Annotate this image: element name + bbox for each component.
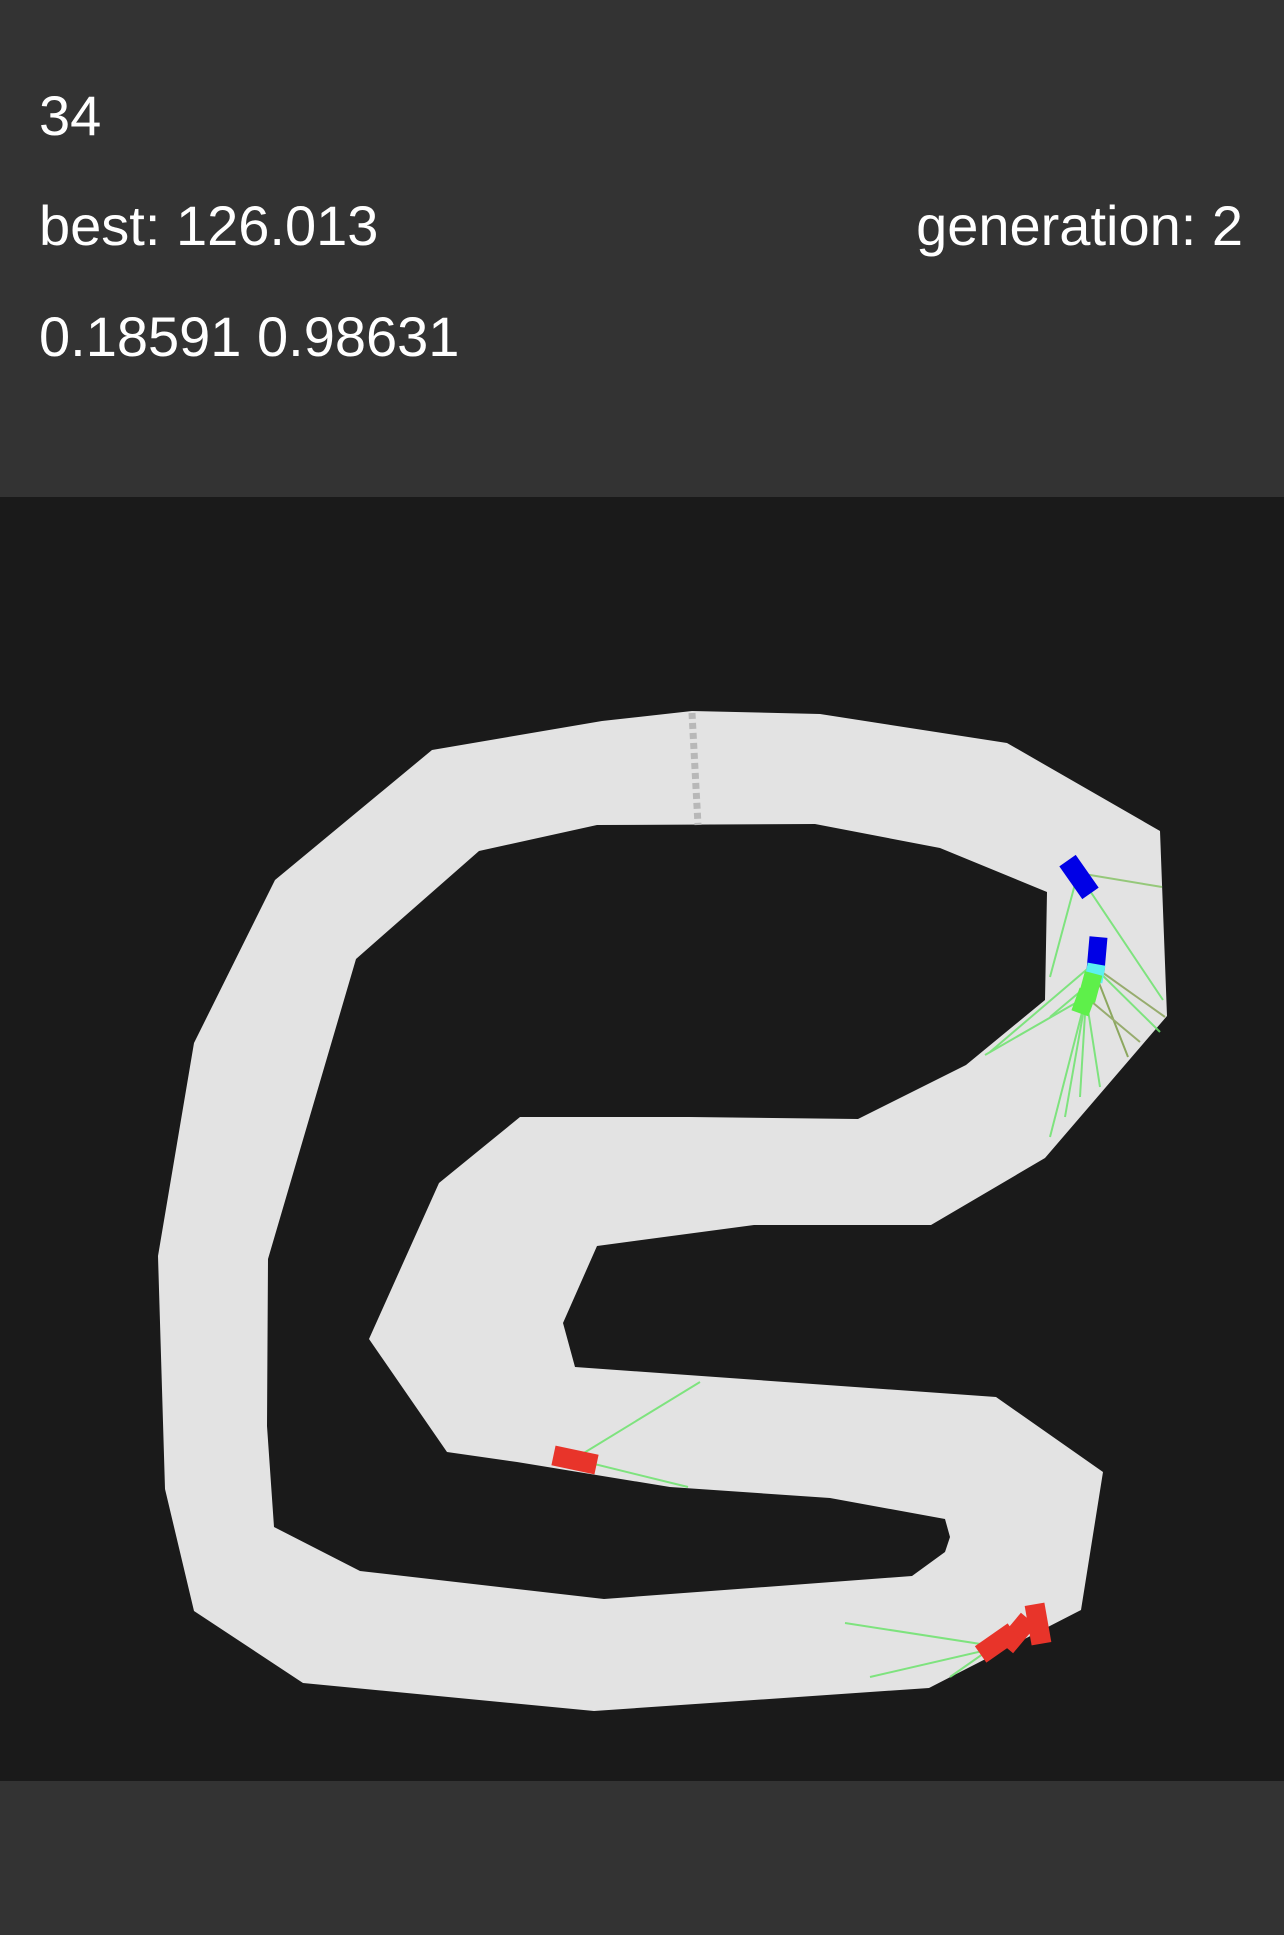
bottom-bar — [0, 1781, 1284, 1935]
game-canvas[interactable] — [0, 497, 1284, 1781]
network-outputs: 0.18591 0.98631 — [39, 305, 460, 368]
race-track — [158, 711, 1167, 1711]
game-screen: 34 best: 126.013 generation: 2 0.18591 0… — [0, 0, 1284, 1935]
frame-counter: 34 — [39, 84, 102, 147]
generation-counter: generation: 2 — [916, 194, 1243, 257]
best-score: best: 126.013 — [39, 194, 379, 257]
track-svg — [158, 711, 1167, 1711]
